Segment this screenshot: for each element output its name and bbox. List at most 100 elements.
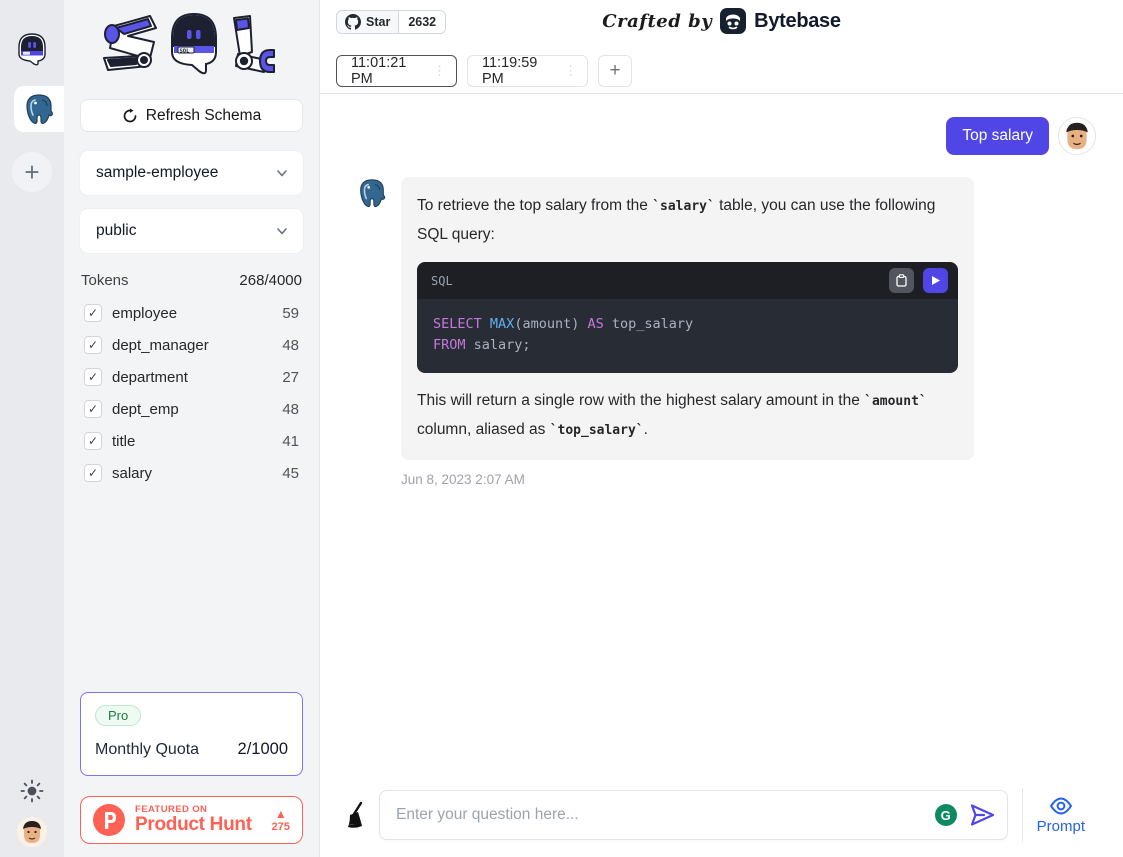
chevron-down-icon <box>275 166 289 180</box>
quota-label: Monthly Quota <box>95 741 199 759</box>
product-hunt-name: Product Hunt <box>135 815 252 835</box>
add-connection-button[interactable]: + <box>12 152 52 192</box>
pro-badge: Pro <box>95 705 141 726</box>
tab-conversation-2[interactable]: 11:19:59 PM ⋮ <box>467 55 588 87</box>
conversation-tabs: 11:01:21 PM ⋮ 11:19:59 PM ⋮ + <box>336 55 1107 87</box>
table-name: salary <box>112 465 152 482</box>
clipboard-icon <box>895 274 908 287</box>
eye-icon <box>1049 796 1073 816</box>
tokens-row: Tokens 268/4000 <box>80 272 303 289</box>
table-token-count: 48 <box>282 401 303 418</box>
schema-sidebar: SQL Refresh Schema sample-employee publi… <box>64 0 320 857</box>
bytebase-icon[interactable] <box>720 8 746 34</box>
play-icon <box>930 275 941 286</box>
copy-code-button[interactable] <box>889 268 914 293</box>
quota-value: 2/1000 <box>238 740 288 759</box>
table-token-count: 41 <box>282 433 303 450</box>
table-token-count: 48 <box>282 337 303 354</box>
postgresql-icon <box>22 92 56 126</box>
crafted-by-label: Crafted by <box>602 11 712 32</box>
message-list: Top salary To retrieve the top salary <box>320 94 1123 857</box>
bytebase-wordmark[interactable]: Bytebase <box>754 10 841 33</box>
assistant-message-row: To retrieve the top salary from the `sal… <box>356 177 1096 460</box>
chevron-down-icon <box>275 224 289 238</box>
github-star-button[interactable]: Star <box>337 11 399 33</box>
user-message-avatar <box>1058 117 1096 155</box>
table-row: ✓ department 27 <box>80 361 303 393</box>
code-token: top_salary <box>604 316 693 332</box>
table-checkbox[interactable]: ✓ <box>84 432 102 450</box>
table-row: ✓ employee 59 <box>80 297 303 329</box>
table-token-count: 59 <box>282 305 303 322</box>
refresh-schema-button[interactable]: Refresh Schema <box>80 99 303 132</box>
product-hunt-votes: ▲ 275 <box>266 808 290 833</box>
grammarly-icon[interactable]: G <box>935 804 957 826</box>
table-token-count: 45 <box>282 465 303 482</box>
schema-select-value: public <box>96 222 137 240</box>
refresh-schema-label: Refresh Schema <box>146 107 261 125</box>
tab-menu-icon[interactable]: ⋮ <box>562 63 579 79</box>
chat-main: Star 2632 Crafted by Bytebase 11:01:21 P… <box>320 0 1123 857</box>
user-message-bubble: Top salary <box>946 117 1049 155</box>
clear-conversation-icon[interactable] <box>345 801 371 829</box>
table-checkbox[interactable]: ✓ <box>84 400 102 418</box>
upvote-count: 275 <box>272 822 290 833</box>
table-name: title <box>112 433 135 450</box>
code-line: FROM salary; <box>433 335 942 356</box>
svg-text:SQL: SQL <box>179 49 190 55</box>
code-token: salary; <box>466 337 531 353</box>
connection-rail: + <box>0 0 64 857</box>
product-hunt-badge[interactable]: FEATURED ON Product Hunt ▲ 275 <box>80 796 303 844</box>
code-token: MAX <box>490 316 514 332</box>
send-icon[interactable] <box>969 802 995 828</box>
main-header: Star 2632 Crafted by Bytebase 11:01:21 P… <box>320 0 1123 94</box>
new-conversation-button[interactable]: + <box>598 55 632 87</box>
table-checkbox[interactable]: ✓ <box>84 304 102 322</box>
tab-label: 11:01:21 PM <box>351 55 431 87</box>
table-checkbox[interactable]: ✓ <box>84 464 102 482</box>
code-language-label: SQL <box>431 267 453 295</box>
question-input-box: G <box>379 790 1008 840</box>
github-star-widget[interactable]: Star 2632 <box>336 10 446 34</box>
sqlchat-bot-icon[interactable] <box>13 30 51 68</box>
code-block-header: SQL <box>417 262 958 299</box>
tab-menu-icon[interactable]: ⋮ <box>431 63 448 79</box>
table-checkbox[interactable]: ✓ <box>84 336 102 354</box>
inline-code: `top_salary` <box>550 423 644 438</box>
text-segment: This will return a single row with the h… <box>417 392 864 409</box>
table-row: ✓ salary 45 <box>80 457 303 489</box>
text-segment: column, aliased as <box>417 421 550 438</box>
inline-code: `amount` <box>864 394 927 409</box>
table-name: dept_emp <box>112 401 179 418</box>
connection-item-postgresql[interactable] <box>14 86 64 132</box>
run-query-button[interactable] <box>923 268 948 293</box>
quota-card: Pro Monthly Quota 2/1000 <box>80 692 303 776</box>
prompt-button[interactable]: Prompt <box>1022 788 1085 842</box>
table-name: employee <box>112 305 177 322</box>
inline-code: `salary` <box>652 199 715 214</box>
github-icon <box>345 14 361 30</box>
github-star-count[interactable]: 2632 <box>399 11 445 33</box>
code-token: FROM <box>433 337 466 353</box>
tab-label: 11:19:59 PM <box>482 55 562 87</box>
table-name: department <box>112 369 188 386</box>
product-hunt-icon <box>93 804 125 836</box>
table-token-count: 27 <box>282 369 303 386</box>
code-actions <box>889 268 948 293</box>
database-select[interactable]: sample-employee <box>80 151 303 195</box>
quota-row: Monthly Quota 2/1000 <box>95 740 288 759</box>
refresh-icon <box>122 108 138 124</box>
code-token <box>482 316 490 332</box>
code-token: AS <box>587 316 603 332</box>
table-checkbox[interactable]: ✓ <box>84 368 102 386</box>
code-line: SELECT MAX(amount) AS top_salary <box>433 314 942 335</box>
postgresql-avatar-icon <box>356 177 388 209</box>
github-star-label: Star <box>366 15 390 29</box>
code-body: SELECT MAX(amount) AS top_salaryFROM sal… <box>417 299 958 373</box>
sql-code-block: SQL <box>417 262 958 373</box>
schema-select[interactable]: public <box>80 209 303 253</box>
tab-conversation-1[interactable]: 11:01:21 PM ⋮ <box>336 55 457 87</box>
question-input[interactable] <box>396 806 935 824</box>
sun-icon[interactable] <box>20 779 44 803</box>
user-avatar[interactable] <box>17 817 47 847</box>
